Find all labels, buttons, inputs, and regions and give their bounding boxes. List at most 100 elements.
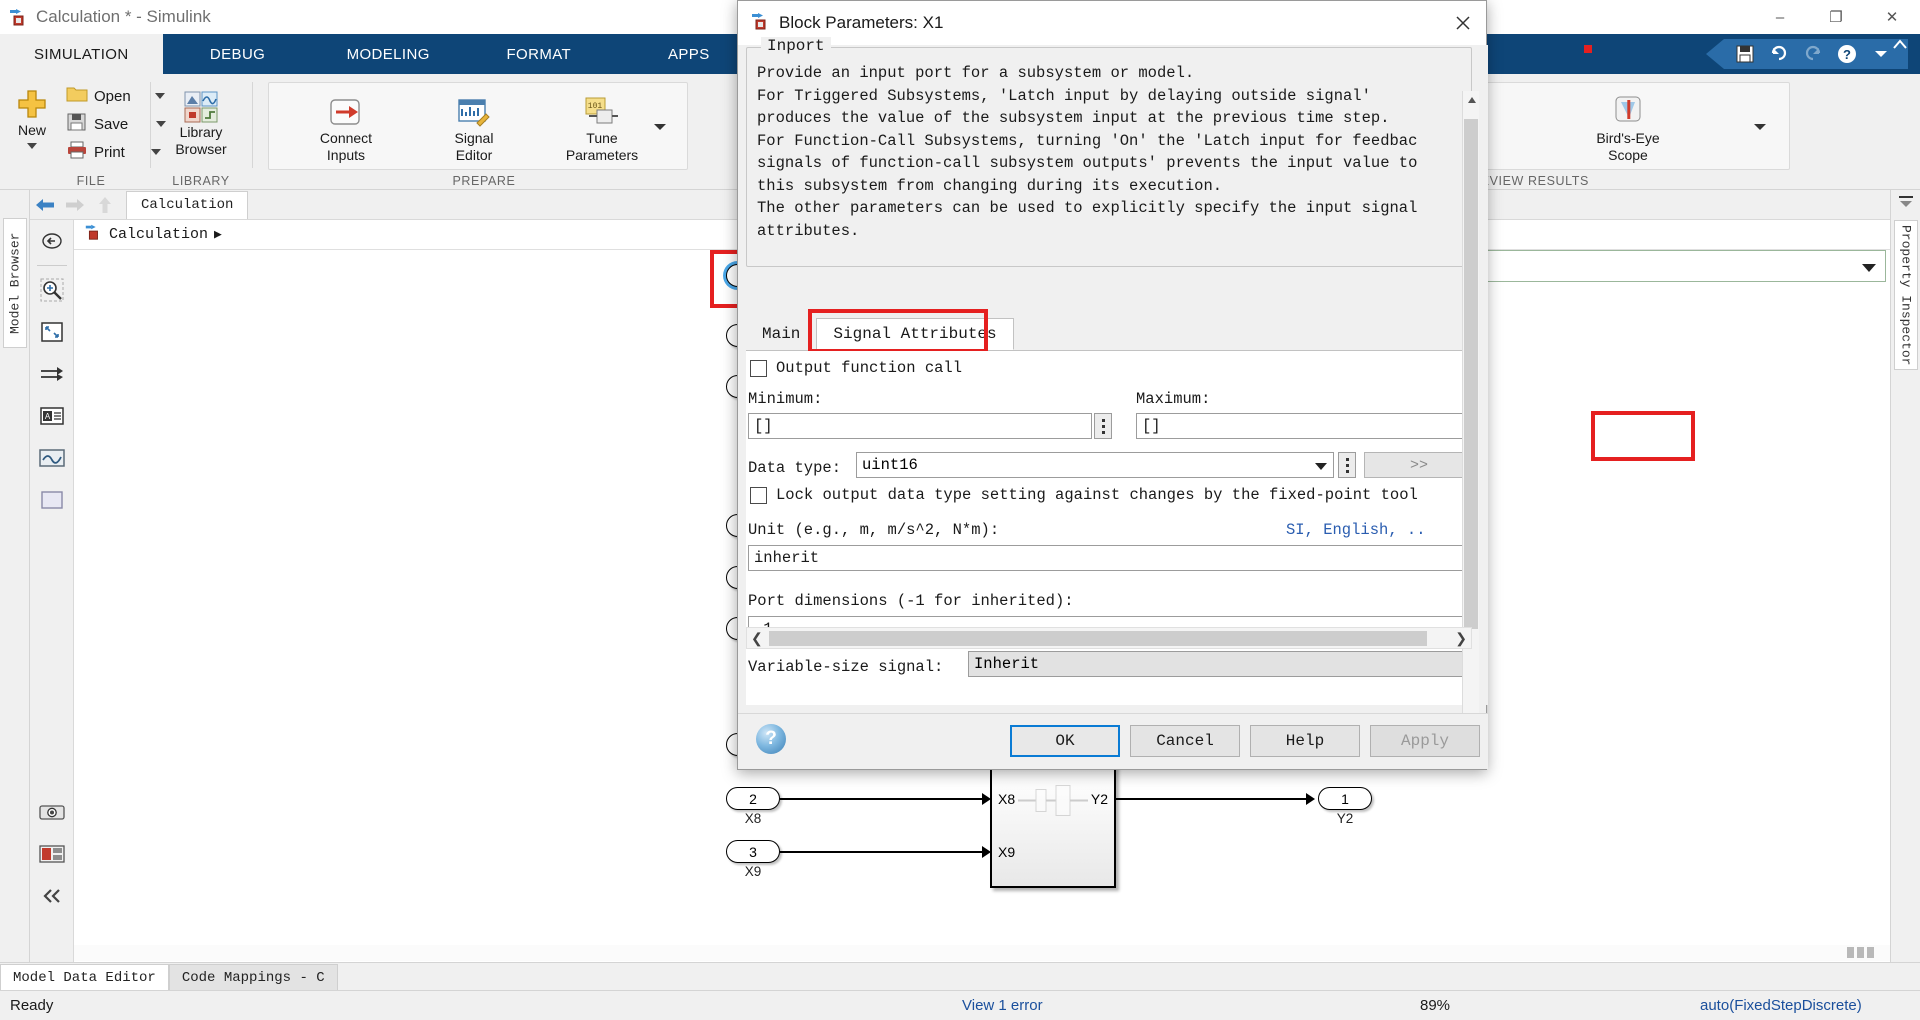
tab-code-mappings[interactable]: Code Mappings - C xyxy=(168,964,338,990)
chevron-down-icon[interactable] xyxy=(1861,260,1877,278)
signal-editor-label-2: Editor xyxy=(455,147,493,163)
tune-parameters-button[interactable]: 101 Tune Parameters xyxy=(556,90,648,164)
canvas-tab-calculation[interactable]: Calculation xyxy=(126,190,249,219)
prepare-overflow-caret[interactable] xyxy=(652,119,668,137)
data-type-expand-button[interactable]: >> xyxy=(1364,452,1472,478)
variable-size-signal-combo[interactable]: Inherit xyxy=(968,651,1472,677)
dialog-close-button[interactable] xyxy=(1440,1,1486,45)
wire-x8 xyxy=(780,798,988,800)
dialog-body: Inport Provide an input port for a subsy… xyxy=(738,37,1592,741)
printer-icon xyxy=(66,140,88,164)
inport-block-x9[interactable]: 3 xyxy=(726,840,780,863)
new-button[interactable]: New xyxy=(6,82,58,154)
breadcrumb-root[interactable]: Calculation xyxy=(109,226,208,243)
output-function-call-checkbox[interactable] xyxy=(750,360,767,377)
review-overflow-caret[interactable] xyxy=(1752,119,1768,137)
maximum-input[interactable]: [] xyxy=(1136,413,1472,439)
scroll-up-icon[interactable] xyxy=(1463,91,1480,109)
chevron-down-icon[interactable] xyxy=(1311,456,1331,476)
tab-simulation[interactable]: SIMULATION xyxy=(0,34,163,74)
status-error-link[interactable]: View 1 error xyxy=(962,997,1043,1014)
save-icon[interactable] xyxy=(1728,39,1762,69)
minimum-input[interactable]: [] xyxy=(748,413,1092,439)
tab-debug[interactable]: DEBUG xyxy=(163,34,313,74)
inport-block-x8[interactable]: 2 xyxy=(726,787,780,810)
minimum-spinner[interactable] xyxy=(1094,413,1112,439)
redo-icon[interactable] xyxy=(1796,39,1830,69)
scroll-left-icon[interactable]: ❮ xyxy=(751,630,763,647)
tab-model-data-editor[interactable]: Model Data Editor xyxy=(0,964,169,990)
arrow-right-icon[interactable] xyxy=(60,190,90,220)
hscroll-thumb[interactable] xyxy=(769,631,1427,646)
scroll-right-icon[interactable]: ❯ xyxy=(1455,630,1467,647)
restore-button[interactable]: ❐ xyxy=(1808,0,1864,34)
help-icon[interactable]: ? xyxy=(756,724,786,754)
group-label-prepare: PREPARE xyxy=(452,174,516,188)
minimize-button[interactable]: – xyxy=(1752,0,1808,34)
property-inspector-tab[interactable]: Property Inspector xyxy=(1894,220,1918,370)
camera-icon[interactable] xyxy=(30,791,74,833)
subsystem-port-x8: X8 xyxy=(998,791,1016,807)
status-bar: Ready View 1 error 89% auto(FixedStepDis… xyxy=(0,990,1920,1020)
data-type-spinner[interactable] xyxy=(1338,452,1356,478)
close-button[interactable]: ✕ xyxy=(1864,0,1920,34)
variable-size-signal-label: Variable-size signal: xyxy=(748,658,944,676)
signal-routing-icon[interactable] xyxy=(30,353,74,395)
model-settings-combo[interactable] xyxy=(1476,250,1886,282)
outport-block-y2[interactable]: 1 xyxy=(1318,787,1372,810)
arrow-left-icon[interactable] xyxy=(30,190,60,220)
arrow-up-icon[interactable] xyxy=(90,190,120,220)
outport-label-y2: Y2 xyxy=(1336,811,1354,826)
scroll-thumb[interactable] xyxy=(1464,119,1478,629)
status-zoom-level: 89% xyxy=(1420,997,1451,1014)
data-type-combo[interactable]: uint16 xyxy=(856,452,1334,478)
tab-format[interactable]: FORMAT xyxy=(464,34,614,74)
model-browser-tab[interactable]: Model Browser xyxy=(3,218,27,348)
zoom-in-region-icon[interactable] xyxy=(30,269,74,311)
wire-x9 xyxy=(780,851,988,853)
dialog-tab-row: Main Signal Attributes xyxy=(746,317,1472,351)
unit-help-link[interactable]: SI, English, .. xyxy=(1286,521,1426,539)
wire-y2 xyxy=(1116,798,1310,800)
annotation-icon[interactable]: A xyxy=(30,395,74,437)
dialog-tab-main[interactable]: Main xyxy=(746,318,816,350)
signal-editor-button[interactable]: Signal Editor xyxy=(428,90,520,164)
status-solver[interactable]: auto(FixedStepDiscrete) xyxy=(1700,997,1862,1014)
subsystem-port-x9: X9 xyxy=(998,844,1016,860)
undo-icon[interactable] xyxy=(1762,39,1796,69)
snapshot-icon[interactable] xyxy=(30,833,74,875)
collapse-icon[interactable] xyxy=(30,875,74,917)
connect-inputs-button[interactable]: Connect Inputs xyxy=(300,90,392,164)
simulink-window: Calculation * - Simulink – ❐ ✕ SIMULATIO… xyxy=(0,0,1920,1020)
status-ready: Ready xyxy=(10,997,54,1014)
ribbon-separator-2 xyxy=(252,82,253,168)
new-dropdown-caret[interactable] xyxy=(26,137,38,154)
tool-divider xyxy=(37,265,67,266)
help-button[interactable]: Help xyxy=(1250,725,1360,757)
fit-to-screen-icon[interactable] xyxy=(30,311,74,353)
unit-label: Unit (e.g., m, m/s^2, N*m): xyxy=(748,521,1000,539)
unit-input[interactable]: inherit xyxy=(748,545,1472,571)
lock-output-checkbox[interactable] xyxy=(750,487,767,504)
scope-icon[interactable] xyxy=(30,437,74,479)
area-icon[interactable] xyxy=(30,479,74,521)
dialog-horizontal-scrollbar[interactable]: ❮ ❯ xyxy=(746,627,1472,649)
ribbon-group-library: Library Browser LIBRARY xyxy=(152,74,250,190)
dialog-tab-signal-attributes[interactable]: Signal Attributes xyxy=(816,318,1014,350)
cancel-button[interactable]: Cancel xyxy=(1130,725,1240,757)
canvas-horizontal-scrollbar[interactable] xyxy=(74,945,1890,961)
birds-eye-scope-label-1: Bird's-Eye xyxy=(1596,130,1660,146)
fit-to-view-icon[interactable] xyxy=(30,220,74,262)
library-browser-button[interactable]: Library Browser xyxy=(155,84,247,158)
ok-button[interactable]: OK xyxy=(1010,725,1120,757)
birds-eye-scope-button[interactable]: Bird's-Eye Scope xyxy=(1582,90,1674,164)
tab-modeling[interactable]: MODELING xyxy=(313,34,464,74)
bottom-tab-bar: Model Data Editor Code Mappings - C xyxy=(0,962,1920,990)
birds-eye-scope-icon xyxy=(1609,90,1647,130)
help-icon[interactable]: ? xyxy=(1830,39,1864,69)
dock-collapse-icon[interactable] xyxy=(1897,194,1915,215)
tool-spacer xyxy=(30,521,73,791)
ribbon-collapse-icon[interactable] xyxy=(1890,38,1910,57)
svg-text:?: ? xyxy=(1843,47,1851,62)
simulink-app-icon xyxy=(8,7,28,27)
